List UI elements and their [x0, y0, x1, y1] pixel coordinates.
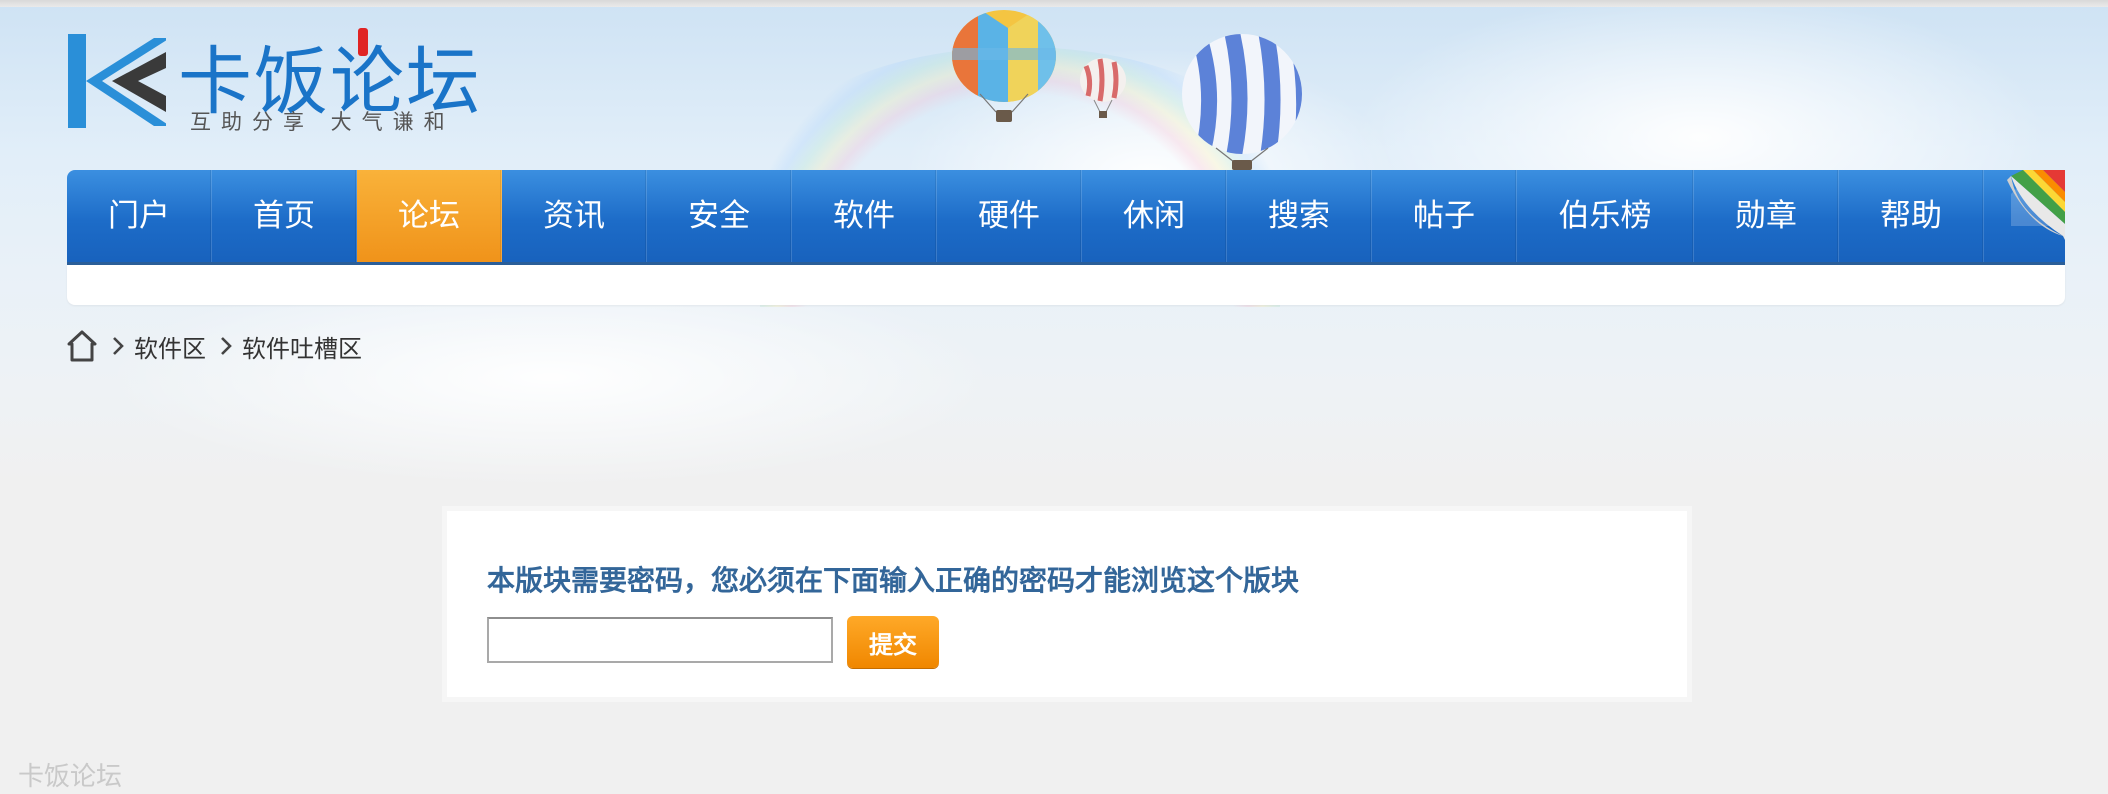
- breadcrumb: 软件区 软件吐槽区: [66, 328, 362, 364]
- chevron-right-icon: [113, 337, 124, 355]
- breadcrumb-software-zone[interactable]: 软件区: [134, 329, 206, 364]
- nav-item-news[interactable]: 资讯: [502, 170, 647, 262]
- logo-tagline: 互助分享 大气谦和: [190, 110, 455, 134]
- hot-air-balloon: [1080, 58, 1126, 118]
- sub-nav-bar: [67, 265, 2065, 305]
- site-logo[interactable]: 卡饭论坛 互助分享 大气谦和: [66, 28, 496, 138]
- main-nav: 门户 首页 论坛 资讯 安全 软件 硬件 休闲 搜索 帖子 伯乐榜 勋章 帮助: [67, 170, 2065, 265]
- nav-item-help[interactable]: 帮助: [1839, 170, 1984, 262]
- nav-item-hardware[interactable]: 硬件: [937, 170, 1082, 262]
- home-icon[interactable]: [66, 329, 98, 363]
- logo-mark-icon: [68, 34, 166, 128]
- password-panel: 本版块需要密码，您必须在下面输入正确的密码才能浏览这个版块 提交: [442, 506, 1692, 702]
- nav-item-portal[interactable]: 门户: [67, 170, 212, 262]
- nav-item-bole-ranking[interactable]: 伯乐榜: [1517, 170, 1694, 262]
- breadcrumb-software-complaints[interactable]: 软件吐槽区: [242, 329, 362, 364]
- hot-air-balloon: [1182, 34, 1302, 170]
- nav-item-home[interactable]: 首页: [212, 170, 357, 262]
- nav-item-forum[interactable]: 论坛: [357, 170, 502, 262]
- submit-button[interactable]: 提交: [847, 616, 939, 668]
- nav-item-search[interactable]: 搜索: [1227, 170, 1372, 262]
- chevron-right-icon: [221, 337, 232, 355]
- page-curl-icon[interactable]: [2003, 170, 2065, 262]
- logo-accent: [358, 28, 368, 56]
- password-required-message: 本版块需要密码，您必须在下面输入正确的密码才能浏览这个版块: [487, 564, 1300, 597]
- watermark: 卡饭论坛: [18, 762, 123, 792]
- nav-item-leisure[interactable]: 休闲: [1082, 170, 1227, 262]
- nav-item-software[interactable]: 软件: [792, 170, 937, 262]
- hot-air-balloon: [952, 10, 1056, 122]
- password-input[interactable]: [487, 617, 833, 663]
- top-rule: [0, 0, 2108, 7]
- nav-item-posts[interactable]: 帖子: [1372, 170, 1517, 262]
- nav-item-security[interactable]: 安全: [647, 170, 792, 262]
- nav-item-medals[interactable]: 勋章: [1694, 170, 1839, 262]
